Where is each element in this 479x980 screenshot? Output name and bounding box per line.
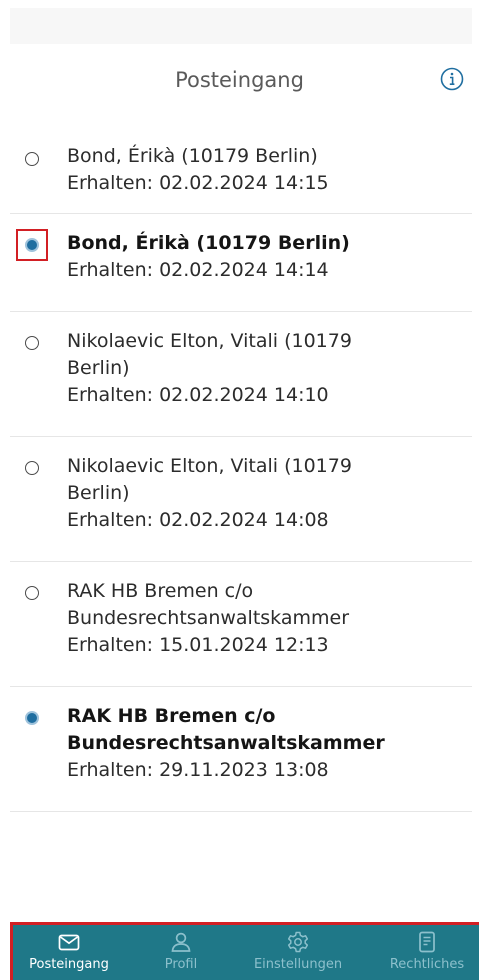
tab-profil[interactable]: Profil — [143, 925, 219, 980]
person-icon — [171, 932, 191, 952]
message-sender-line: RAK HB Bremen c/o — [67, 705, 276, 727]
unread-status-dot[interactable] — [25, 238, 39, 252]
message-sender-line: Bundesrechtsanwaltskammer — [67, 607, 350, 629]
message-sender-line: Berlin) — [67, 357, 130, 379]
message-sender: Bond, Érikà (10179 Berlin) — [67, 232, 350, 254]
message-sender: Bond, Érikà (10179 Berlin) — [67, 145, 318, 167]
message-item[interactable]: Nikolaevic Elton, Vitali (10179 Berlin) … — [10, 312, 472, 437]
unread-status-dot[interactable] — [25, 711, 39, 725]
info-circle-icon — [440, 67, 464, 91]
info-button[interactable] — [439, 66, 465, 92]
tab-einstellungen[interactable]: Einstellungen — [235, 925, 361, 980]
message-item[interactable]: Bond, Érikà (10179 Berlin) Erhalten: 02.… — [10, 214, 472, 312]
message-item[interactable]: Nikolaevic Elton, Vitali (10179 Berlin) … — [10, 437, 472, 562]
status-bar — [10, 8, 472, 44]
message-sender-line: RAK HB Bremen c/o — [67, 580, 254, 602]
message-list: Bond, Érikà (10179 Berlin) Erhalten: 02.… — [10, 114, 472, 812]
message-received-date: Erhalten: 02.02.2024 14:08 — [67, 509, 329, 531]
read-status-dot[interactable] — [25, 152, 39, 166]
read-status-dot[interactable] — [25, 586, 39, 600]
read-status-dot[interactable] — [25, 336, 39, 350]
tab-label: Profil — [164, 957, 198, 972]
message-sender: Nikolaevic Elton, Vitali (10179 Berlin) — [67, 453, 472, 507]
message-sender-line: Nikolaevic Elton, Vitali (10179 — [67, 330, 352, 352]
message-item[interactable]: Bond, Érikà (10179 Berlin) Erhalten: 02.… — [10, 114, 472, 214]
mail-icon — [58, 934, 80, 951]
message-received-date: Erhalten: 02.02.2024 14:10 — [67, 384, 329, 406]
tab-rechtliches[interactable]: Rechtliches — [375, 925, 479, 980]
message-item[interactable]: RAK HB Bremen c/o Bundesrechtsanwaltskam… — [10, 687, 472, 812]
header: Posteingang — [0, 44, 479, 114]
message-sender: RAK HB Bremen c/o Bundesrechtsanwaltskam… — [67, 578, 472, 632]
message-sender-line: Nikolaevic Elton, Vitali (10179 — [67, 455, 352, 477]
document-icon — [419, 931, 435, 953]
message-received-date: Erhalten: 02.02.2024 14:15 — [67, 172, 329, 194]
message-item[interactable]: RAK HB Bremen c/o Bundesrechtsanwaltskam… — [10, 562, 472, 687]
message-sender: RAK HB Bremen c/o Bundesrechtsanwaltskam… — [67, 703, 472, 757]
page-title: Posteingang — [175, 68, 304, 92]
tab-label: Posteingang — [29, 957, 109, 972]
message-received-date: Erhalten: 15.01.2024 12:13 — [67, 634, 329, 656]
tab-label: Einstellungen — [253, 957, 343, 972]
tab-label: Rechtliches — [389, 957, 465, 972]
message-sender-line: Berlin) — [67, 482, 130, 504]
bottom-tab-bar: Posteingang Profil Einstellungen Rechtli… — [13, 925, 479, 980]
message-received-date: Erhalten: 02.02.2024 14:14 — [67, 259, 329, 281]
read-status-dot[interactable] — [25, 461, 39, 475]
tab-posteingang[interactable]: Posteingang — [13, 925, 125, 980]
message-received-date: Erhalten: 29.11.2023 13:08 — [67, 759, 329, 781]
message-sender-line: Bundesrechtsanwaltskammer — [67, 732, 385, 754]
gear-icon — [287, 931, 309, 953]
message-sender: Nikolaevic Elton, Vitali (10179 Berlin) — [67, 328, 472, 382]
